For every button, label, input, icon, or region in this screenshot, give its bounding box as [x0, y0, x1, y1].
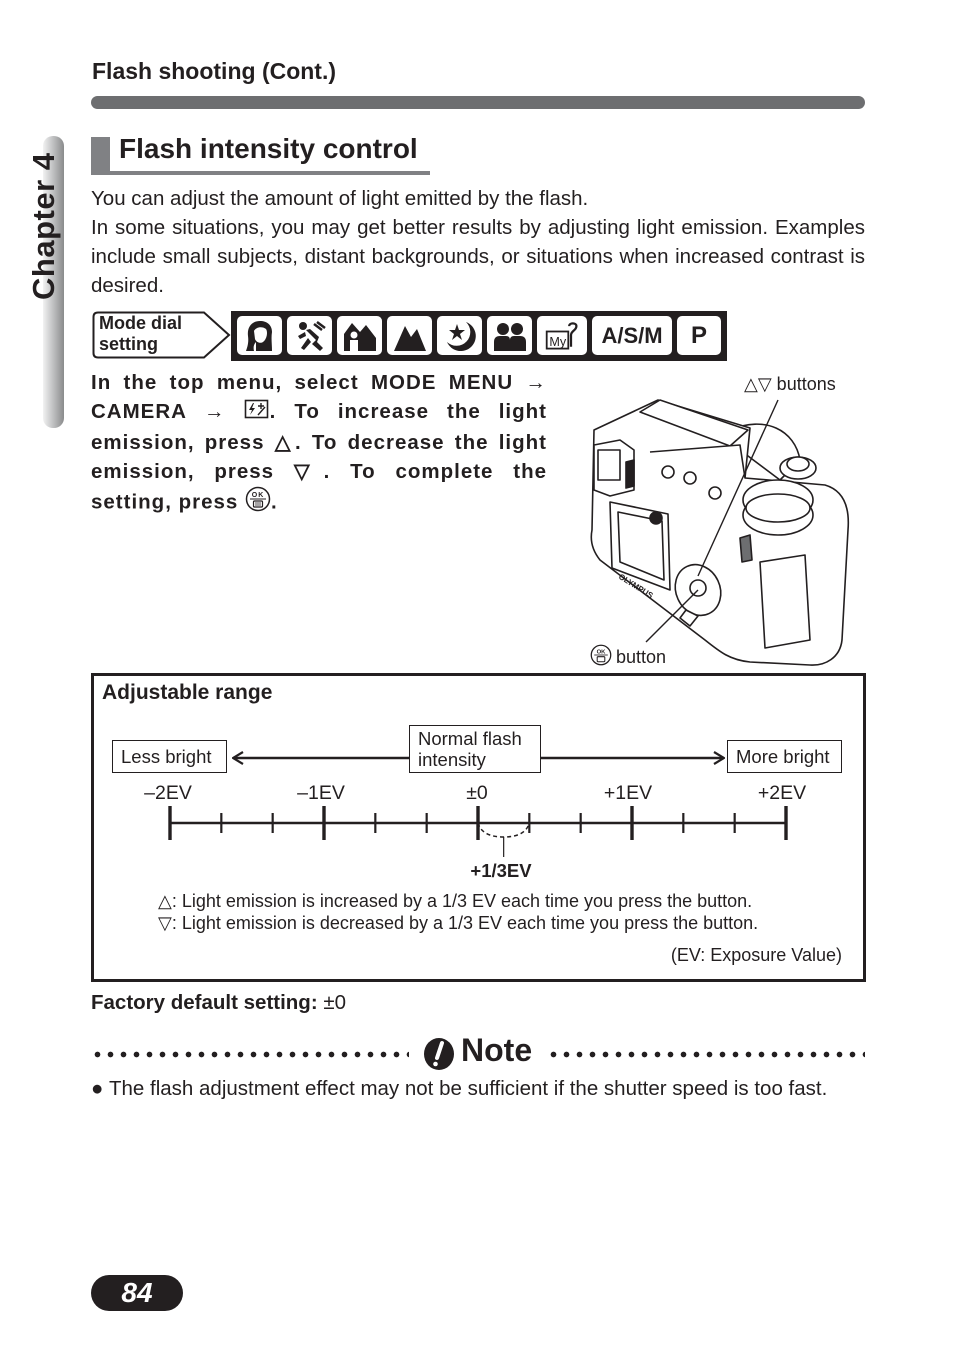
asm-mode-icon: A/S/M [592, 316, 672, 355]
ok-button-label: button [616, 647, 667, 667]
svg-text:My: My [549, 334, 566, 348]
factory-default: Factory default setting: ±0 [91, 991, 346, 1015]
section-header: Flash shooting (Cont.) [92, 58, 337, 84]
intro-line-1: You can adjust the amount of light emitt… [91, 187, 589, 210]
step-annotation-arc [477, 822, 531, 838]
normal-intensity-line-2: intensity [418, 749, 486, 770]
ev-label-plus-2: +2EV [757, 782, 807, 804]
mode-dial-label-line-1: Mode dial [99, 313, 183, 333]
ok-button-callout: OK button [590, 644, 666, 671]
note-dots-right [547, 1051, 865, 1058]
factory-default-label: Factory default setting: [91, 991, 318, 1014]
ev-label-minus-1: –1EV [297, 782, 345, 804]
camera-illustration: OLYMPUS [590, 399, 850, 666]
step-annotation-label: +1/3EV [470, 860, 532, 881]
note-dots-left [91, 1051, 409, 1058]
chapter-label-wrap: Chapter 4 [26, 140, 61, 300]
page-number: 84 [91, 1275, 183, 1311]
my-mode-icon: My [537, 316, 587, 355]
page-title: Flash intensity control [119, 133, 418, 164]
normal-intensity-line-1: Normal flash [418, 728, 522, 749]
range-title: Adjustable range [102, 681, 273, 704]
night-scene-mode-icon [437, 316, 482, 355]
mode-dial-label-line-2: setting [99, 334, 159, 354]
landscape-mode-icon [387, 316, 432, 355]
note-bullet-text: The flash adjustment effect may not be s… [109, 1077, 828, 1100]
ok-button-icon: OK [245, 486, 271, 520]
intro-text: You can adjust the amount of light emitt… [91, 184, 865, 300]
mode-dial-label: Mode dial setting [92, 311, 232, 359]
sports-mode-icon [287, 316, 332, 355]
program-mode-icon: P [677, 316, 721, 355]
svg-text:OK: OK [597, 649, 607, 655]
decrease-note: ▽: Light emission is decreased by a 1/3 … [158, 913, 759, 933]
more-bright-label: More bright [727, 740, 842, 773]
header-divider-bar [91, 96, 865, 109]
ev-label-plus-1: +1EV [603, 782, 653, 804]
mode-icon-strip: My A/S/M P [231, 311, 727, 361]
portrait-mode-icon [237, 316, 282, 355]
note-body: ● The flash adjustment effect may not be… [91, 1074, 865, 1103]
landscape-portrait-mode-icon [337, 316, 382, 355]
factory-default-value: ±0 [323, 991, 347, 1014]
title-underline [110, 171, 430, 175]
intro-line-2: In some situations, you may get better r… [91, 216, 865, 297]
self-portrait-mode-icon [487, 316, 532, 355]
ev-label-minus-2: –2EV [144, 782, 192, 804]
svg-text:OK: OK [252, 492, 265, 499]
note-header: Note [91, 1032, 865, 1074]
note-exclamation-icon [424, 1038, 454, 1070]
chapter-label: Chapter 4 [26, 152, 61, 300]
instruction-steps: In the top menu, select MODE MENU → CAME… [91, 368, 547, 520]
title-marker [91, 137, 110, 175]
flash-intensity-icon [244, 398, 270, 428]
note-title: Note [461, 1032, 533, 1068]
asm-mode-label: A/S/M [601, 322, 663, 348]
ev-label-zero: ±0 [466, 782, 488, 804]
ok-button-icon: OK [590, 644, 612, 671]
less-bright-label: Less bright [112, 740, 227, 773]
steps-part-3: . [271, 490, 278, 513]
normal-intensity-label: Normal flash intensity [409, 725, 541, 773]
increase-note: △: Light emission is increased by a 1/3 … [158, 891, 753, 911]
bullet-icon: ● [91, 1077, 104, 1100]
program-mode-label: P [690, 321, 707, 349]
ev-definition: (EV: Exposure Value) [670, 945, 842, 965]
